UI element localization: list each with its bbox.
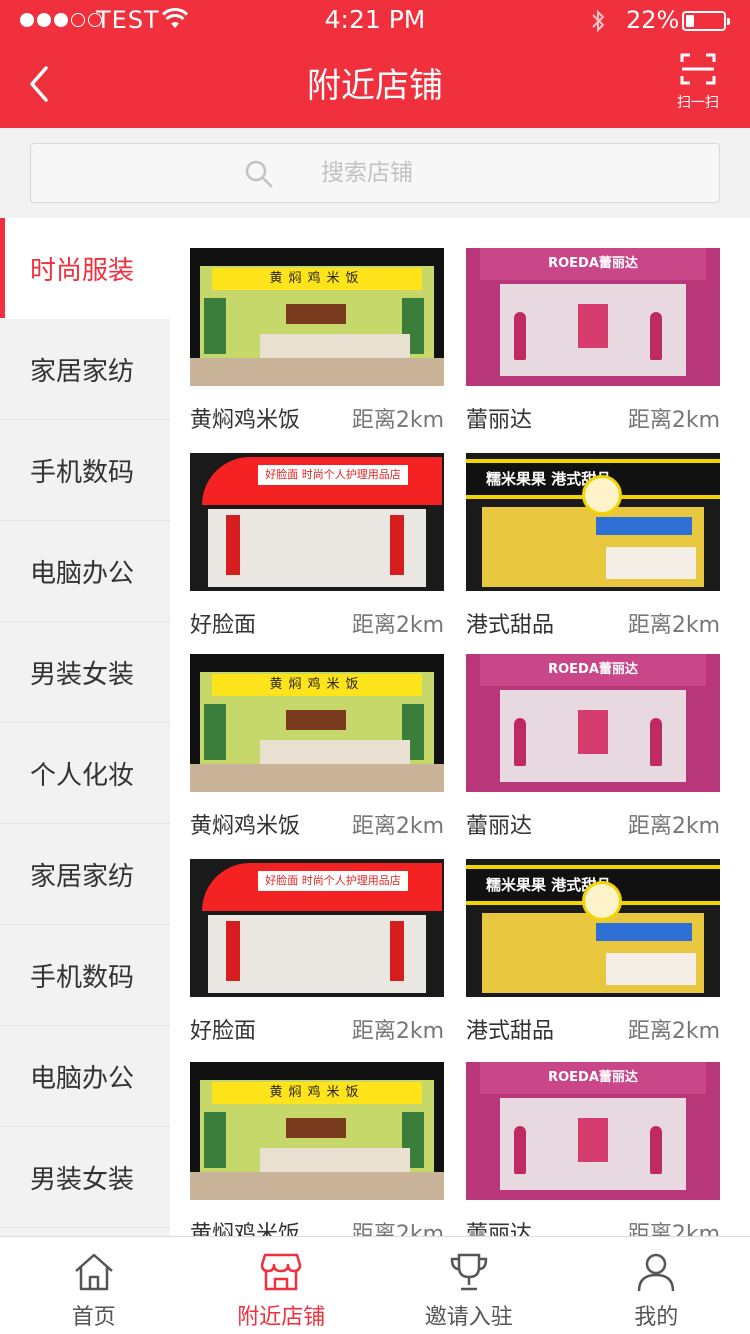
- store-distance: 距离2km: [351, 613, 444, 638]
- roeda-storefront-image: ROEDA蕾丽达: [466, 654, 720, 792]
- battery-icon: [682, 11, 730, 31]
- chicken-rice-storefront-image: 黄焖鸡米饭: [190, 1062, 444, 1200]
- store-name: 港式甜品: [466, 613, 555, 638]
- hk-dessert-storefront-image: 糯米果果 港式甜品: [466, 453, 720, 591]
- tab-label: 邀请入驻: [424, 1305, 513, 1330]
- scan-icon: [680, 53, 716, 85]
- sidebar-item-label: 个人化妆: [30, 760, 135, 791]
- store-distance: 距离2km: [351, 1019, 444, 1044]
- sidebar-item-label: 时尚服装: [30, 255, 135, 286]
- search-box[interactable]: [30, 143, 720, 203]
- tab-home[interactable]: 首页: [0, 1237, 188, 1334]
- sidebar-item-label: 手机数码: [30, 457, 135, 488]
- store-sign: 黄焖鸡米饭: [212, 268, 422, 290]
- sidebar-item-mens-womens[interactable]: 男装女装: [0, 622, 170, 723]
- store-distance: 距离2km: [627, 814, 720, 839]
- shop-icon: [261, 1253, 302, 1291]
- store-card[interactable]: ROEDA蕾丽达 蕾丽达 距离2km: [466, 654, 720, 854]
- sidebar-item-computer-office-2[interactable]: 电脑办公: [0, 1026, 170, 1127]
- sidebar-item-label: 电脑办公: [30, 558, 135, 589]
- sidebar-item-personal-makeup[interactable]: 个人化妆: [0, 723, 170, 824]
- user-icon: [638, 1253, 675, 1292]
- tab-nearby-stores[interactable]: 附近店铺: [188, 1237, 376, 1334]
- store-card[interactable]: 糯米果果 港式甜品 港式甜品 距离2km: [466, 453, 720, 653]
- store-card[interactable]: 黄焖鸡米饭 黄焖鸡米饭 距离2km: [190, 654, 444, 854]
- sidebar-item-home-textiles-2[interactable]: 家居家纺: [0, 824, 170, 925]
- battery-percent: 22%: [626, 6, 680, 34]
- haolianmian-storefront-image: 好脸面 时尚个人护理用品店: [190, 453, 444, 591]
- haolianmian-storefront-image: 好脸面 时尚个人护理用品店: [190, 859, 444, 997]
- store-distance: 距离2km: [351, 814, 444, 839]
- tab-invite[interactable]: 邀请入驻: [375, 1237, 563, 1334]
- tab-label: 首页: [71, 1305, 116, 1330]
- sidebar-item-phones-digital-2[interactable]: 手机数码: [0, 925, 170, 1026]
- store-sign: 黄焖鸡米饭: [212, 674, 422, 696]
- back-button[interactable]: [26, 62, 66, 106]
- chicken-rice-storefront-image: 黄焖鸡米饭: [190, 248, 444, 386]
- store-distance: 距离2km: [351, 1222, 444, 1236]
- store-card[interactable]: 好脸面 时尚个人护理用品店 好脸面 距离2km: [190, 859, 444, 1059]
- page-title: 附近店铺: [307, 66, 443, 106]
- search-bar: [0, 128, 750, 218]
- store-card[interactable]: ROEDA蕾丽达 蕾丽达 距离2km: [466, 248, 720, 448]
- roeda-storefront-image: ROEDA蕾丽达: [466, 1062, 720, 1200]
- store-grid: 黄焖鸡米饭 黄焖鸡米饭 距离2km ROEDA蕾丽达 蕾丽达 距离2km 好脸面 时…: [170, 218, 750, 1236]
- sidebar-item-phones-digital[interactable]: 手机数码: [0, 420, 170, 521]
- hk-dessert-storefront-image: 糯米果果 港式甜品: [466, 859, 720, 997]
- store-distance: 距离2km: [351, 408, 444, 433]
- store-distance: 距离2km: [627, 1222, 720, 1236]
- sidebar-item-computer-office[interactable]: 电脑办公: [0, 521, 170, 622]
- store-sign: ROEDA蕾丽达: [480, 654, 706, 686]
- chevron-left-icon: [30, 66, 48, 102]
- store-sign: 黄焖鸡米饭: [212, 1082, 422, 1104]
- store-name: 黄焖鸡米饭: [190, 408, 301, 433]
- top-bar: TEST 4:21 PM 22% 附近店铺 扫一扫: [0, 0, 750, 128]
- store-card[interactable]: 糯米果果 港式甜品 港式甜品 距离2km: [466, 859, 720, 1059]
- search-icon: [245, 160, 273, 192]
- store-name: 好脸面: [190, 1019, 257, 1044]
- store-distance: 距离2km: [627, 1019, 720, 1044]
- store-sign: ROEDA蕾丽达: [480, 248, 706, 280]
- search-input[interactable]: [321, 154, 621, 192]
- store-sign: 好脸面 时尚个人护理用品店: [258, 871, 408, 891]
- sidebar-item-home-textiles[interactable]: 家居家纺: [0, 319, 170, 420]
- store-distance: 距离2km: [627, 408, 720, 433]
- sidebar-item-label: 男装女装: [30, 1164, 135, 1195]
- sidebar-item-label: 家居家纺: [30, 861, 135, 892]
- store-name: 蕾丽达: [466, 814, 533, 839]
- trophy-icon: [450, 1253, 488, 1291]
- home-icon: [74, 1253, 113, 1291]
- store-sign: 好脸面 时尚个人护理用品店: [258, 465, 408, 485]
- store-sign: ROEDA蕾丽达: [480, 1062, 706, 1094]
- store-card[interactable]: 好脸面 时尚个人护理用品店 好脸面 距离2km: [190, 453, 444, 653]
- tab-label: 附近店铺: [237, 1305, 326, 1330]
- sidebar-item-fashion-clothing[interactable]: 时尚服装: [0, 218, 170, 319]
- roeda-storefront-image: ROEDA蕾丽达: [466, 248, 720, 386]
- scan-button[interactable]: 扫一扫: [668, 52, 728, 114]
- store-name: 蕾丽达: [466, 408, 533, 433]
- store-name: 好脸面: [190, 613, 257, 638]
- sidebar-item-label: 电脑办公: [30, 1063, 135, 1094]
- store-card[interactable]: ROEDA蕾丽达 蕾丽达 距离2km: [466, 1062, 720, 1236]
- chicken-rice-storefront-image: 黄焖鸡米饭: [190, 654, 444, 792]
- store-card[interactable]: 黄焖鸡米饭 黄焖鸡米饭 距离2km: [190, 1062, 444, 1236]
- sidebar-item-label: 男装女装: [30, 659, 135, 690]
- sidebar-item-mens-womens-2[interactable]: 男装女装: [0, 1127, 170, 1228]
- store-name: 黄焖鸡米饭: [190, 814, 301, 839]
- store-distance: 距离2km: [627, 613, 720, 638]
- store-name: 蕾丽达: [466, 1222, 533, 1236]
- sidebar-item-label: 手机数码: [30, 962, 135, 993]
- store-name: 港式甜品: [466, 1019, 555, 1044]
- category-sidebar: 时尚服装 家居家纺 手机数码 电脑办公 男装女装 个人化妆 家居家纺 手机数码 …: [0, 218, 170, 1236]
- bottom-tab-bar: 首页 附近店铺 邀请入驻 我的: [0, 1236, 750, 1334]
- scan-label: 扫一扫: [677, 95, 719, 111]
- tab-mine[interactable]: 我的: [563, 1237, 750, 1334]
- sidebar-item-label: 家居家纺: [30, 356, 135, 387]
- battery-level: [686, 15, 694, 27]
- bluetooth-icon: [590, 8, 606, 38]
- store-name: 黄焖鸡米饭: [190, 1222, 301, 1236]
- tab-label: 我的: [634, 1305, 679, 1330]
- status-bar: TEST 4:21 PM 22%: [0, 0, 750, 40]
- store-card[interactable]: 黄焖鸡米饭 黄焖鸡米饭 距离2km: [190, 248, 444, 448]
